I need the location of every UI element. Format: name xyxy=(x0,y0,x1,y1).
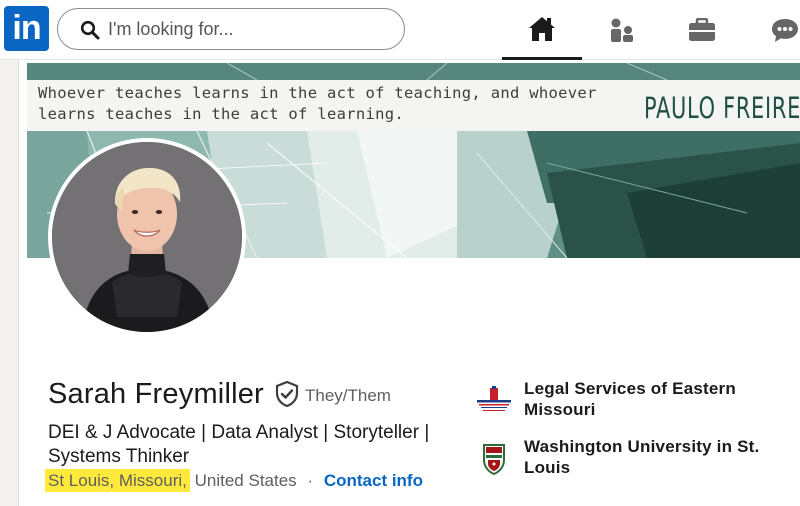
home-icon xyxy=(529,16,555,41)
search-icon xyxy=(80,20,100,40)
nav-my-network[interactable] xyxy=(582,0,662,60)
profile-pronouns: They/Them xyxy=(305,386,391,405)
contact-info-link[interactable]: Contact info xyxy=(324,471,423,490)
nav-home[interactable] xyxy=(502,0,582,60)
linkedin-logo[interactable]: in xyxy=(4,6,49,51)
washington-university-logo xyxy=(474,442,514,476)
profile-photo[interactable] xyxy=(48,138,246,336)
person-portrait xyxy=(52,142,242,332)
company-name: Legal Services of Eastern Missouri xyxy=(524,379,736,419)
linkedin-profile-page: in I'm looking for... Whoever teaches le… xyxy=(0,0,800,506)
separator-dot: · xyxy=(307,471,314,490)
my-network-icon xyxy=(611,18,633,42)
legal-services-logo xyxy=(474,384,514,418)
profile-card: Whoever teaches learns in the act of tea… xyxy=(18,60,800,506)
banner-quote: Whoever teaches learns in the act of tea… xyxy=(38,84,597,123)
location-country: United States xyxy=(194,471,297,490)
profile-location-line: St Louis, Missouri, United States · Cont… xyxy=(45,469,423,492)
school-name: Washington University in St. Louis xyxy=(524,437,760,477)
current-company[interactable]: Legal Services of Eastern Missouri xyxy=(474,378,794,428)
profile-headline: DEI & J Advocate | Data Analyst | Storyt… xyxy=(48,422,430,467)
top-navigation-bar: in xyxy=(0,0,800,60)
banner-quote-author: PAULO FREIRE xyxy=(644,91,800,125)
jobs-icon xyxy=(689,18,715,41)
profile-name: Sarah Freymiller xyxy=(48,378,264,410)
search-input[interactable] xyxy=(108,17,388,41)
verification-shield-icon[interactable] xyxy=(275,381,299,407)
profile-photo-image xyxy=(52,142,242,332)
search-bar[interactable] xyxy=(57,8,405,50)
education-school[interactable]: Washington University in St. Louis xyxy=(474,436,794,486)
page-background-strip xyxy=(0,60,18,506)
location-city: St Louis, Missouri, xyxy=(45,469,190,492)
nav-jobs[interactable] xyxy=(662,0,742,60)
nav-messaging[interactable] xyxy=(745,0,800,60)
messaging-icon xyxy=(772,19,798,42)
